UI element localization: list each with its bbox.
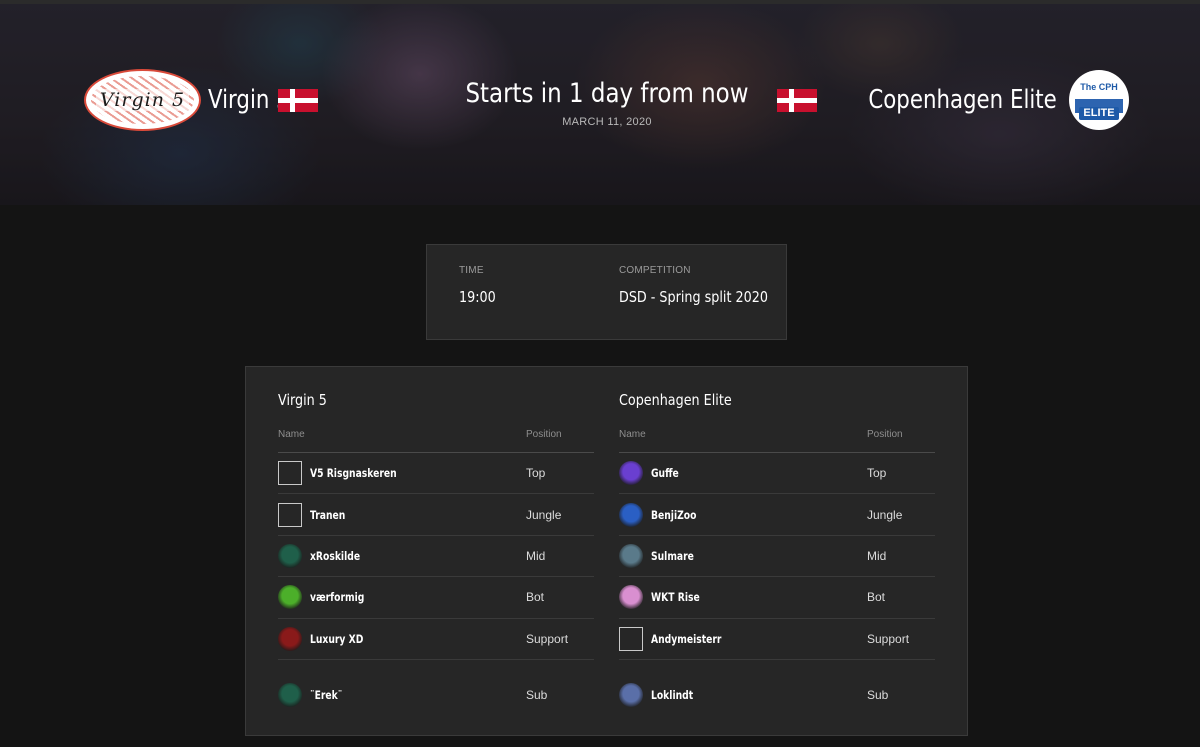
- masked-face-icon: [619, 543, 643, 568]
- player-row[interactable]: værformig Bot: [278, 577, 594, 619]
- player-position: Top: [526, 466, 546, 481]
- name-header: Name: [278, 429, 305, 440]
- time-block: TIME 19:00: [459, 265, 502, 306]
- player-name[interactable]: Sulmare: [651, 549, 694, 563]
- denmark-flag-icon: [777, 88, 818, 112]
- player-row[interactable]: BenjiZoo Jungle: [619, 494, 935, 536]
- away-team-name[interactable]: Copenhagen Elite: [869, 85, 1057, 115]
- match-date: MARCH 11, 2020: [562, 116, 652, 128]
- player-row[interactable]: xRoskilde Mid: [278, 536, 594, 578]
- home-logo-text: Virgin 5: [95, 89, 190, 111]
- player-position: Jungle: [867, 507, 903, 522]
- player-position: Bot: [526, 590, 545, 605]
- home-roster-rows: V5 Risgnaskeren Top Tranen Jungle xRoskilde M…: [278, 453, 594, 730]
- player-position: Jungle: [526, 507, 562, 522]
- away-roster-title: Copenhagen Elite: [619, 391, 732, 409]
- red-champion-icon: [278, 626, 302, 651]
- away-roster: Copenhagen Elite Name Position Guffe Top B…: [619, 391, 935, 730]
- player-name[interactable]: ¨Erek¨: [310, 688, 342, 702]
- position-header: Position: [867, 429, 903, 440]
- countdown-text: Starts in 1 day from now: [465, 78, 749, 109]
- player-row[interactable]: WKT Rise Bot: [619, 577, 935, 619]
- rose-icon: [278, 682, 302, 707]
- player-row[interactable]: Guffe Top: [619, 453, 935, 495]
- player-position: Mid: [867, 548, 887, 563]
- player-name[interactable]: værformig: [310, 590, 364, 604]
- rosters-panel: Virgin 5 Name Position V5 Risgnaskeren To…: [245, 366, 968, 736]
- competition-label: COMPETITION: [619, 265, 691, 276]
- broken-image-icon: [619, 626, 643, 651]
- time-value: 19:00: [459, 288, 496, 306]
- denmark-flag-icon: [277, 88, 318, 112]
- purple-flame-icon: [619, 461, 643, 486]
- match-hero: Virgin 5 Virgin 5 Starts in 1 day from n…: [0, 4, 1200, 205]
- player-name[interactable]: BenjiZoo: [651, 508, 696, 522]
- broken-image-icon: [278, 461, 302, 486]
- player-name[interactable]: Luxury XD: [310, 632, 363, 646]
- home-roster: Virgin 5 Name Position V5 Risgnaskeren To…: [278, 391, 594, 730]
- away-logo-bottom-text: ELITE: [1079, 106, 1119, 120]
- player-row[interactable]: Andymeisterr Support: [619, 619, 935, 660]
- pink-penguin-icon: [619, 585, 643, 610]
- player-name[interactable]: Tranen: [310, 508, 345, 522]
- player-position: Sub: [526, 687, 548, 702]
- blue-dragon-icon: [619, 502, 643, 527]
- rose-icon: [278, 543, 302, 568]
- away-team-logo[interactable]: The CPH ELITE: [1069, 70, 1129, 130]
- match-status: Starts in 1 day from now MARCH 11, 2020: [400, 78, 814, 128]
- armored-champion-icon: [619, 682, 643, 707]
- name-header: Name: [619, 429, 646, 440]
- roster-header: Name Position: [278, 429, 594, 453]
- sub-player-row[interactable]: Loklindt Sub: [619, 660, 935, 730]
- player-row[interactable]: Luxury XD Support: [278, 619, 594, 660]
- roster-header: Name Position: [619, 429, 935, 453]
- player-position: Sub: [867, 687, 889, 702]
- away-team[interactable]: Copenhagen Elite The CPH ELITE: [777, 68, 1129, 132]
- sub-player-row[interactable]: ¨Erek¨ Sub: [278, 660, 594, 730]
- green-champion-icon: [278, 585, 302, 610]
- competition-block: COMPETITION DSD - Spring split 2020: [619, 265, 794, 306]
- home-roster-title: Virgin 5: [278, 391, 327, 409]
- player-name[interactable]: xRoskilde: [310, 549, 360, 563]
- home-team[interactable]: Virgin 5 Virgin 5: [84, 68, 318, 132]
- player-name[interactable]: V5 Risgnaskeren: [310, 466, 397, 480]
- away-logo-top-text: The CPH: [1080, 81, 1118, 92]
- player-row[interactable]: Tranen Jungle: [278, 494, 594, 536]
- away-roster-rows: Guffe Top BenjiZoo Jungle Sulmare Mid WKT Rise…: [619, 453, 935, 730]
- player-position: Bot: [867, 590, 886, 605]
- position-header: Position: [526, 429, 562, 440]
- broken-image-icon: [278, 502, 302, 527]
- match-details: TIME 19:00 COMPETITION DSD - Spring spli…: [426, 244, 787, 340]
- player-row[interactable]: V5 Risgnaskeren Top: [278, 453, 594, 495]
- player-position: Support: [867, 631, 910, 646]
- player-position: Mid: [526, 548, 546, 563]
- player-name[interactable]: Loklindt: [651, 688, 693, 702]
- player-name[interactable]: Guffe: [651, 466, 679, 480]
- time-label: TIME: [459, 265, 484, 276]
- player-position: Top: [867, 466, 887, 481]
- player-position: Support: [526, 631, 569, 646]
- player-name[interactable]: Andymeisterr: [651, 632, 721, 646]
- player-name[interactable]: WKT Rise: [651, 590, 700, 604]
- competition-value[interactable]: DSD - Spring split 2020: [619, 288, 768, 306]
- home-team-logo[interactable]: Virgin 5: [84, 69, 201, 131]
- player-row[interactable]: Sulmare Mid: [619, 536, 935, 578]
